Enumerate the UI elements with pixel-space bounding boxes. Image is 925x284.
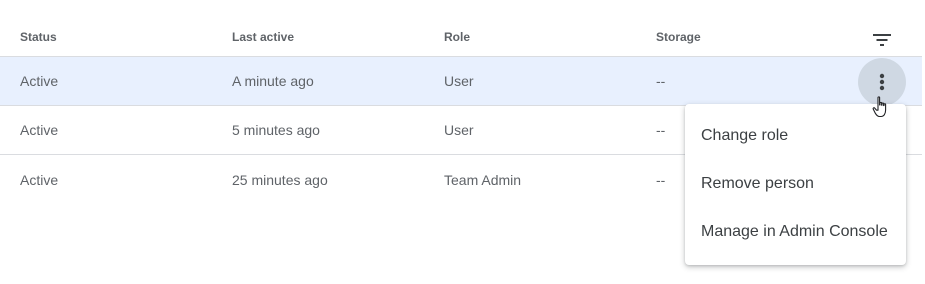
more-options-button[interactable] xyxy=(858,58,906,106)
cell-last-active: A minute ago xyxy=(232,73,314,89)
column-header-storage[interactable]: Storage xyxy=(656,0,701,56)
cell-storage: -- xyxy=(656,171,666,188)
menu-item-change-role[interactable]: Change role xyxy=(685,112,906,160)
cell-last-active: 25 minutes ago xyxy=(232,171,328,188)
column-header-status[interactable]: Status xyxy=(20,0,57,56)
cell-status: Active xyxy=(20,73,59,89)
menu-item-remove-person[interactable]: Remove person xyxy=(685,160,906,208)
table-row[interactable]: Active A minute ago User -- xyxy=(0,57,922,106)
filter-button[interactable] xyxy=(866,28,898,52)
cell-last-active: 5 minutes ago xyxy=(232,122,320,138)
column-header-last-active[interactable]: Last active xyxy=(232,0,294,56)
cell-storage: -- xyxy=(656,73,666,89)
column-header-role[interactable]: Role xyxy=(444,0,470,56)
cell-status: Active xyxy=(20,122,59,138)
more-vert-icon xyxy=(879,73,885,91)
menu-item-manage-admin-console[interactable]: Manage in Admin Console xyxy=(685,208,906,256)
cell-role: User xyxy=(444,122,474,138)
cell-status: Active xyxy=(20,171,59,188)
cell-role: Team Admin xyxy=(444,171,522,188)
cell-storage: -- xyxy=(656,122,666,138)
cell-role: User xyxy=(444,73,474,89)
row-actions-menu: Change role Remove person Manage in Admi… xyxy=(685,104,906,265)
table-header: Status Last active Role Storage xyxy=(0,0,922,57)
filter-icon xyxy=(873,34,891,46)
